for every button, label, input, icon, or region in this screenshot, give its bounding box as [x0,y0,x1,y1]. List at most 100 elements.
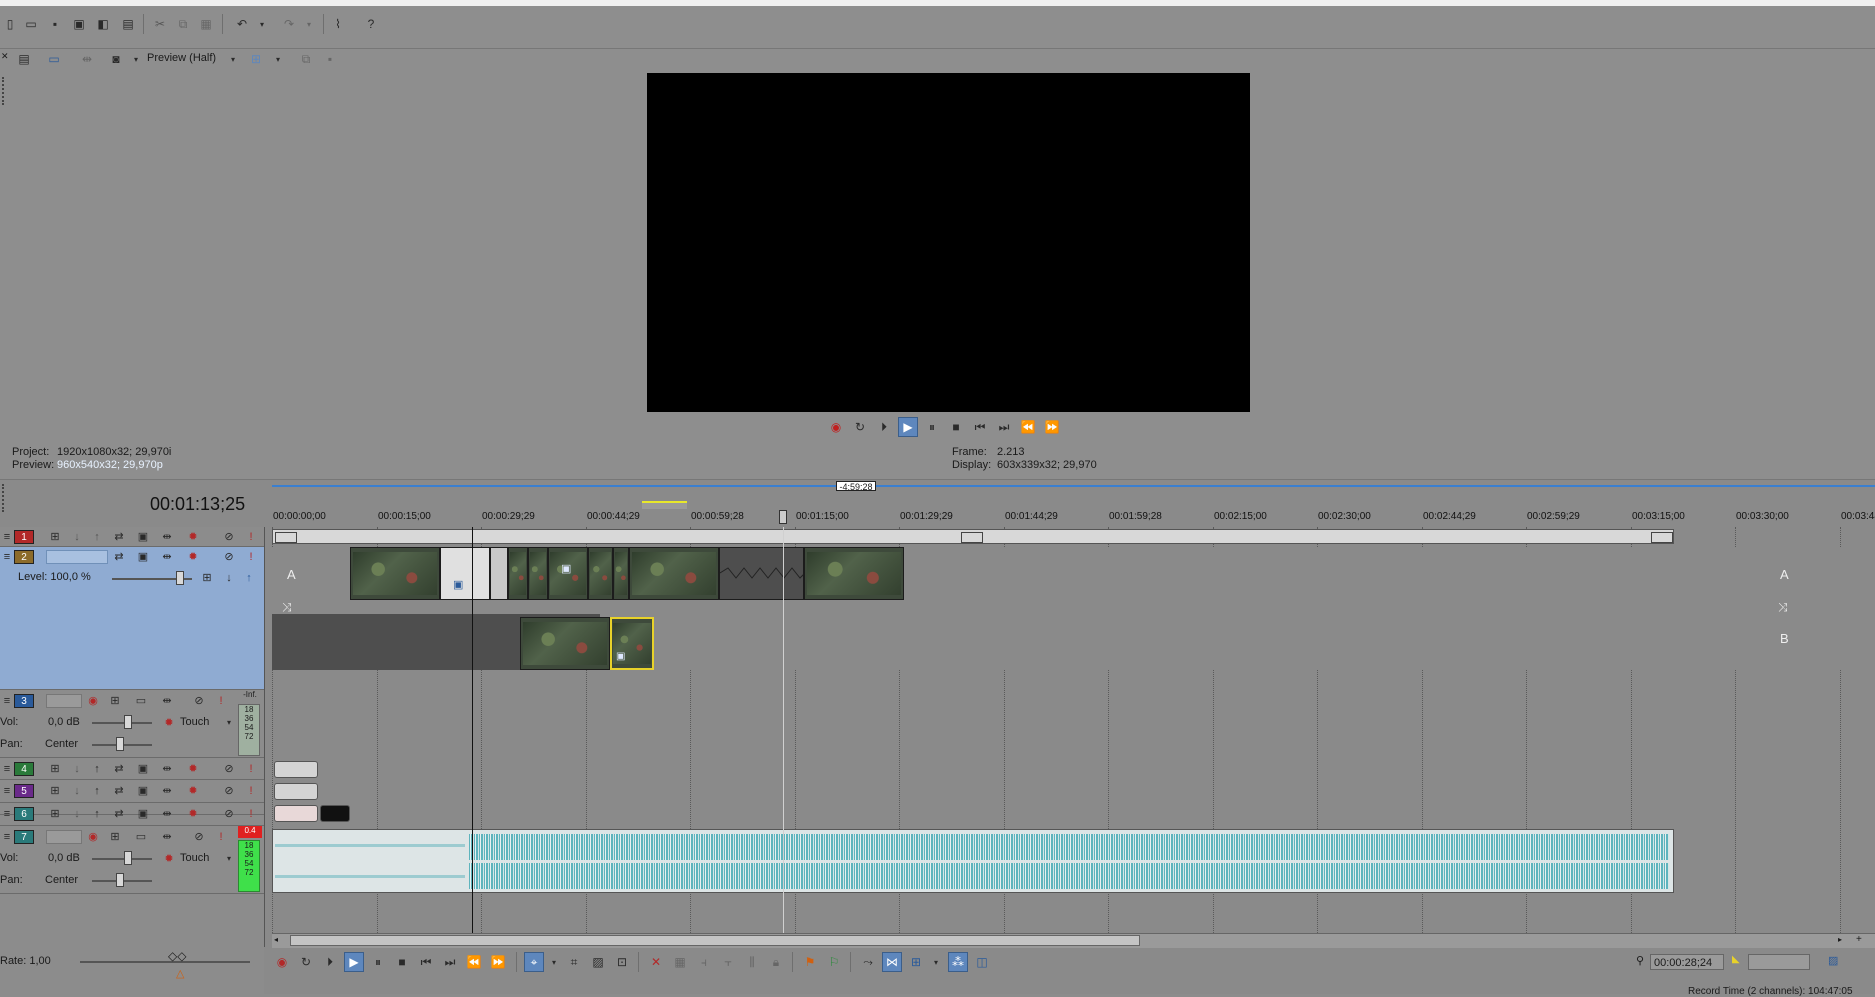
next-frame-icon[interactable]: ⏩ [1042,417,1062,437]
track-minimize-icon[interactable]: ≡ [0,694,14,708]
cursor-position-field[interactable]: 00:00:28;24 [1650,954,1724,970]
event-track-6[interactable] [320,805,350,822]
level-slider-knob[interactable] [176,571,184,585]
video-event[interactable] [804,547,904,600]
envelope-edit-tool-icon[interactable]: ⌗ [564,952,584,972]
video-event[interactable]: ▣ [440,547,490,600]
scroll-right-icon[interactable]: ▸ [1838,935,1848,946]
title-event[interactable] [272,529,1674,544]
loop-icon[interactable]: ↻ [850,417,870,437]
scroll-left-icon[interactable]: ◂ [274,935,284,946]
track-minimize-icon[interactable]: ≡ [0,762,14,776]
ignore-grouping-icon[interactable]: ⊞ [906,952,926,972]
solo-icon[interactable]: ! [244,784,258,798]
track-motion-icon[interactable]: ⇄ [112,762,126,776]
cut-icon[interactable]: ✂ [150,14,170,34]
make-compositing-child-icon[interactable]: ↓ [222,571,236,585]
redo-icon[interactable]: ↷ [279,14,299,34]
track-header-3[interactable]: ≡ 3 ◉ ⊞ ▭ ⇹ ⊘ ! Vol: 0,0 dB ✹ Touch ▾ Pa… [0,690,264,758]
rate-slider-track[interactable] [80,961,250,963]
track-motion-icon[interactable]: ⇄ [112,530,126,544]
vol-slider-track[interactable] [92,722,152,724]
preview-quality-dropdown-icon[interactable]: ▾ [223,49,243,69]
automation-mode-icon[interactable]: ✹ [162,852,176,866]
mute-icon[interactable]: ⊘ [222,807,236,821]
timeline-scrollbar[interactable]: ◂ ▸ + [272,933,1875,948]
pan-slider-knob[interactable] [116,873,124,887]
video-event[interactable] [719,547,804,600]
make-compositing-parent-icon[interactable]: ↑ [90,530,104,544]
track-minimize-icon[interactable]: ≡ [0,830,14,844]
next-frame-icon[interactable]: ⏩ [488,952,508,972]
record-icon[interactable]: ◉ [272,952,292,972]
invert-phase-icon[interactable]: ⊞ [108,830,122,844]
event-track-5[interactable] [274,783,318,800]
automation-mode-dropdown-icon[interactable]: ▾ [222,716,236,730]
mute-icon[interactable]: ⊘ [192,830,206,844]
insert-marker-icon[interactable]: ⚑ [800,952,820,972]
edit-tool-dropdown-icon[interactable]: ▾ [544,952,564,972]
go-to-start-icon[interactable]: ⏮ [416,952,436,972]
arm-for-record-icon[interactable]: ◉ [86,830,100,844]
track-header-7[interactable]: ≡ 7 ◉ ⊞ ▭ ⇹ ⊘ ! Vol: 0,0 dB ✹ Touch ▾ Pa… [0,826,264,894]
properties-icon[interactable]: ▤ [118,14,138,34]
track-fx-icon[interactable]: ▣ [136,784,150,798]
record-icon[interactable]: ◉ [826,417,846,437]
compositing-mode-icon[interactable]: ⊞ [200,571,214,585]
solo-icon[interactable]: ! [214,830,228,844]
make-compositing-child-icon[interactable]: ↓ [70,807,84,821]
open-icon[interactable]: ▭ [21,14,41,34]
play-from-start-icon[interactable]: ⏵ [320,952,340,972]
trim-end-icon[interactable]: ⫟ [718,952,738,972]
mute-icon[interactable]: ⊘ [192,694,206,708]
preview-fx-icon[interactable]: ◙ [106,49,126,69]
enable-snapping-icon[interactable]: ⁂ [948,952,968,972]
track-name-field[interactable] [46,550,108,564]
track-fx-icon[interactable]: ▣ [136,762,150,776]
track-motion-icon[interactable]: ⇄ [112,807,126,821]
track-fx-icon[interactable]: ▭ [134,830,148,844]
automation-icon[interactable]: ⇹ [160,784,174,798]
vol-slider-track[interactable] [92,858,152,860]
automation-mode-select[interactable]: Touch [180,852,209,864]
lock-envelopes-icon[interactable]: ⋈ [882,952,902,972]
track-header-5[interactable]: ≡ 5 ⊞ ↓ ↑ ⇄ ▣ ⇹ ✹ ⊘ ! [0,780,264,803]
make-compositing-parent-icon[interactable]: ↑ [90,784,104,798]
auto-ripple-icon[interactable]: ⤳ [858,952,878,972]
preview-quality-select[interactable]: Preview (Half) [147,52,216,64]
render-icon[interactable]: ◧ [93,14,113,34]
track-minimize-icon[interactable]: ≡ [0,784,14,798]
trim-icon[interactable]: ▦ [670,952,690,972]
track-name-field[interactable] [46,830,82,844]
preview-fx-dropdown-icon[interactable]: ▾ [126,49,146,69]
time-ruler[interactable]: 00:00:00;00 00:00:15;00 00:00:29;29 00:00:4… [272,509,1875,528]
make-compositing-parent-icon[interactable]: ↑ [90,762,104,776]
undo-icon[interactable]: ↶ [232,14,252,34]
snapshot-icon[interactable]: ◫ [972,952,992,972]
paste-icon[interactable]: ▦ [196,14,216,34]
automation-mode-select[interactable]: Touch [180,716,209,728]
expanded-edit-icon[interactable]: ✹ [186,807,200,821]
selection-edit-tool-icon[interactable]: ▨ [588,952,608,972]
arm-for-record-icon[interactable]: ◉ [86,694,100,708]
compositing-mode-icon[interactable]: ⊞ [48,784,62,798]
automation-icon[interactable]: ⇹ [160,694,174,708]
selection-length-field[interactable] [1748,954,1810,970]
play-icon[interactable]: ▶ [898,417,918,437]
vol-slider-knob[interactable] [124,715,132,729]
video-event[interactable] [508,547,528,600]
external-monitor-icon[interactable]: ▭ [44,49,64,69]
invert-phase-icon[interactable]: ⊞ [108,694,122,708]
automation-icon[interactable]: ⇹ [160,762,174,776]
grouping-dropdown-icon[interactable]: ▾ [926,952,946,972]
stop-icon[interactable]: ■ [946,417,966,437]
track-fx-icon[interactable]: ▣ [136,807,150,821]
zoom-edit-tool-icon[interactable]: ⊡ [612,952,632,972]
solo-icon[interactable]: ! [244,807,258,821]
play-from-start-icon[interactable]: ⏵ [874,417,894,437]
pause-icon[interactable]: ⏸ [368,952,388,972]
mute-icon[interactable]: ⊘ [222,784,236,798]
pan-crop-icon[interactable]: ▣ [561,562,571,575]
previous-frame-icon[interactable]: ⏪ [1018,417,1038,437]
track-header-1[interactable]: ≡ 1 ⊞ ↓ ↑ ⇄ ▣ ⇹ ✹ ⊘ ! [0,527,264,547]
